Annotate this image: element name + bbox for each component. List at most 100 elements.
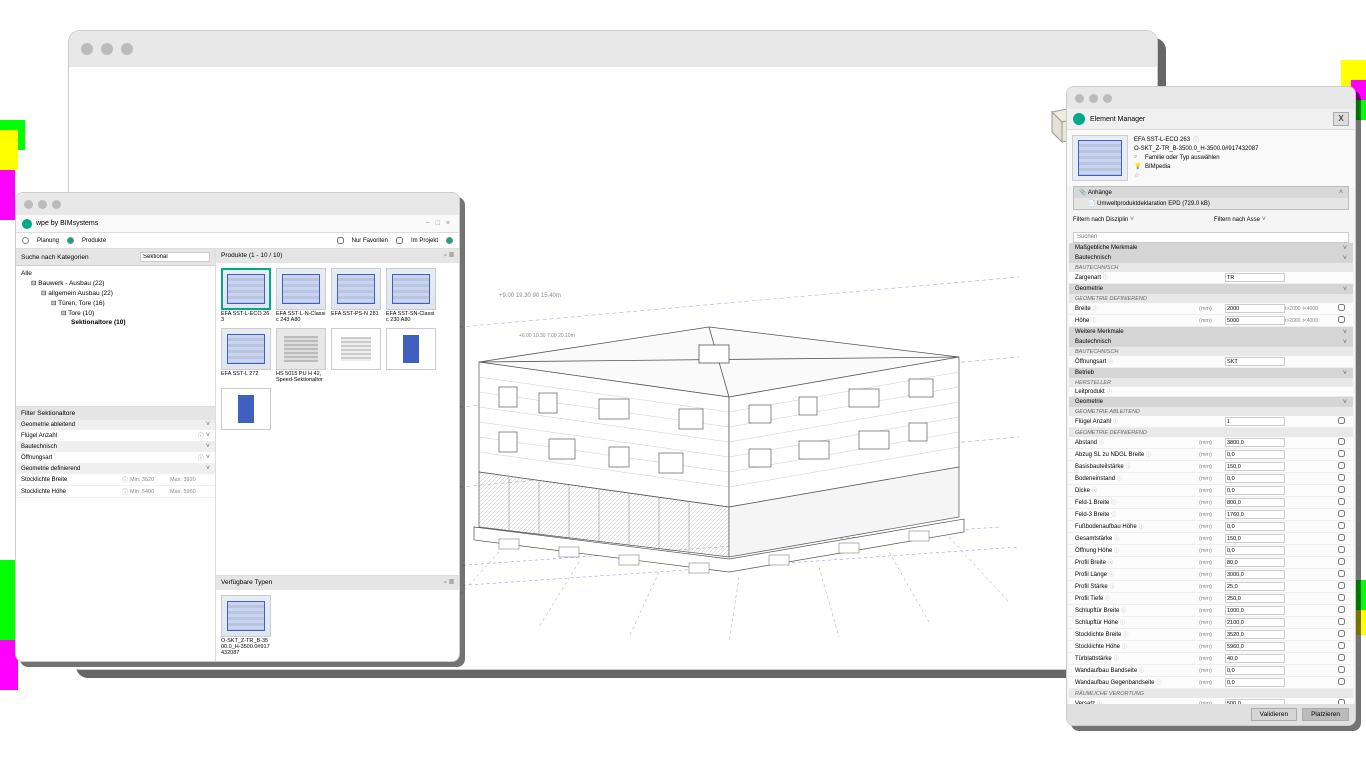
filter-row[interactable]: Öffnungsartⓘ˅	[16, 452, 215, 464]
tree-item[interactable]: Alle	[21, 269, 210, 278]
prop-input[interactable]	[1225, 462, 1285, 471]
prop-chk[interactable]	[1338, 582, 1345, 589]
prop-input[interactable]	[1225, 642, 1285, 651]
prop-input[interactable]	[1225, 522, 1285, 531]
filter-row[interactable]: Stocklichte HöheⓘMin: 5400Max: 5960	[16, 486, 215, 498]
tree-item-selected[interactable]: Sektionaltore (10)	[21, 318, 210, 327]
product-card[interactable]: EFA SST-L 272	[221, 328, 271, 383]
window-close-icon[interactable]: ×	[446, 220, 450, 227]
prop-chk[interactable]	[1338, 462, 1345, 469]
grid-icon[interactable]: ▦	[449, 579, 454, 586]
prop-input[interactable]	[1225, 654, 1285, 663]
em-group[interactable]: Maßgebliche Merkmale˅	[1069, 243, 1353, 253]
prop-input[interactable]	[1225, 316, 1285, 325]
product-card[interactable]	[221, 388, 271, 431]
validate-button[interactable]: Validieren	[1251, 708, 1297, 721]
prop-input[interactable]	[1225, 534, 1285, 543]
product-card[interactable]	[386, 328, 436, 383]
prop-chk[interactable]	[1338, 606, 1345, 613]
category-tree[interactable]: Alle ⊟ Bauwerk - Ausbau (22) ⊟ allgemein…	[16, 266, 215, 406]
prop-chk[interactable]	[1338, 486, 1345, 493]
em-attach-header[interactable]: 📎 Anhänge ˄	[1074, 187, 1348, 198]
filter-disziplin[interactable]: Filtern nach Disziplin ˅	[1073, 216, 1208, 223]
tree-item[interactable]: ⊟ Bauwerk - Ausbau (22)	[21, 278, 210, 288]
prop-chk[interactable]	[1338, 618, 1345, 625]
product-card[interactable]: EFA SST-L-N-Classic 243 A80	[276, 268, 326, 323]
traffic-light-max[interactable]	[121, 43, 133, 55]
prop-input[interactable]	[1225, 570, 1285, 579]
prop-chk[interactable]	[1338, 304, 1345, 311]
type-card[interactable]: O-SKT_Z-TR_B-3500.0_H-3500.0#917432087	[221, 595, 271, 656]
traffic-light-max[interactable]	[52, 200, 61, 209]
chk-favoriten[interactable]	[337, 237, 344, 244]
prop-input[interactable]	[1225, 510, 1285, 519]
prop-input[interactable]	[1225, 357, 1285, 366]
grid-icon[interactable]: ▦	[449, 252, 454, 259]
tree-item[interactable]: ⊟ Türen, Tore (16)	[21, 298, 210, 308]
prop-chk[interactable]	[1338, 642, 1345, 649]
prop-input[interactable]	[1225, 618, 1285, 627]
traffic-light-close[interactable]	[1075, 94, 1084, 103]
prop-chk[interactable]	[1338, 417, 1345, 424]
prop-input[interactable]	[1225, 546, 1285, 555]
em-group[interactable]: Geometrie˅	[1069, 284, 1353, 294]
em-group[interactable]: Weitere Merkmale˅	[1069, 327, 1353, 337]
filter-row[interactable]: Flügel Anzahlⓘ˅	[16, 430, 215, 442]
filter-group[interactable]: Geometrie definierend˅	[16, 464, 215, 474]
product-card[interactable]: EFA SST-SN-Classic 230 A80	[386, 268, 436, 323]
em-group[interactable]: Geometrie˅	[1069, 397, 1353, 407]
traffic-light-min[interactable]	[101, 43, 113, 55]
filter-asse[interactable]: Filtern nach Asse ˅	[1214, 216, 1349, 223]
prop-input[interactable]	[1225, 594, 1285, 603]
prop-chk[interactable]	[1338, 510, 1345, 517]
window-min-icon[interactable]: −	[426, 220, 430, 227]
em-search-input[interactable]	[1073, 232, 1349, 243]
window-max-icon[interactable]: □	[436, 220, 440, 227]
traffic-light-close[interactable]	[24, 200, 33, 209]
search-icon[interactable]: ⌕	[444, 579, 448, 586]
prop-input[interactable]	[1225, 606, 1285, 615]
prop-chk[interactable]	[1338, 546, 1345, 553]
prop-chk[interactable]	[1338, 534, 1345, 541]
prop-chk[interactable]	[1338, 438, 1345, 445]
prop-input[interactable]	[1225, 474, 1285, 483]
tree-item[interactable]: ⊟ allgemein Ausbau (22)	[21, 288, 210, 298]
em-attach-item[interactable]: 📄 Umweltproduktdeklaration EPD (729.0 kB…	[1074, 198, 1348, 209]
prop-input[interactable]	[1225, 450, 1285, 459]
star-icon[interactable]: ☆	[1134, 172, 1142, 179]
search-icon[interactable]: ⌕	[444, 252, 448, 259]
tree-item[interactable]: ⊟ Tore (10)	[21, 308, 210, 318]
em-properties[interactable]: Maßgebliche Merkmale˅ Bautechnisch˅ BAUT…	[1069, 243, 1353, 704]
traffic-light-close[interactable]	[81, 43, 93, 55]
filter-group[interactable]: Bautechnisch˅	[16, 442, 215, 452]
prop-input[interactable]	[1225, 273, 1285, 282]
radio-planung[interactable]	[22, 237, 29, 244]
product-card[interactable]: EFA SST-L-ECO 263	[221, 268, 271, 323]
main-titlebar[interactable]	[69, 31, 1157, 67]
em-family-select[interactable]: ⌕Familie oder Typ auswählen	[1134, 154, 1350, 161]
prop-chk[interactable]	[1338, 450, 1345, 457]
traffic-light-max[interactable]	[1103, 94, 1112, 103]
em-group[interactable]: Bautechnisch˅	[1069, 253, 1353, 263]
catalog-titlebar[interactable]	[16, 193, 459, 215]
prop-input[interactable]	[1225, 678, 1285, 687]
prop-input[interactable]	[1225, 582, 1285, 591]
radio-produkte[interactable]	[67, 237, 74, 244]
filter-row[interactable]: Stocklichte BreiteⓘMin: 3520Max: 3920	[16, 474, 215, 486]
prop-chk[interactable]	[1338, 316, 1345, 323]
place-button[interactable]: Platzieren	[1302, 708, 1349, 721]
product-card[interactable]	[331, 328, 381, 383]
prop-chk[interactable]	[1338, 678, 1345, 685]
traffic-light-min[interactable]	[1089, 94, 1098, 103]
prop-chk[interactable]	[1338, 630, 1345, 637]
product-card[interactable]: HS 5015 PU H 42, Speed-Sektionaltor	[276, 328, 326, 383]
filter-group[interactable]: Geometrie ableitend˅	[16, 420, 215, 430]
prop-chk[interactable]	[1338, 654, 1345, 661]
prop-chk[interactable]	[1338, 570, 1345, 577]
prop-input[interactable]	[1225, 417, 1285, 426]
em-close-button[interactable]: X	[1333, 112, 1349, 126]
em-bimpedia-link[interactable]: 💡BIMpedia	[1134, 163, 1350, 170]
prop-input[interactable]	[1225, 630, 1285, 639]
prop-input[interactable]	[1225, 486, 1285, 495]
prop-chk[interactable]	[1338, 522, 1345, 529]
